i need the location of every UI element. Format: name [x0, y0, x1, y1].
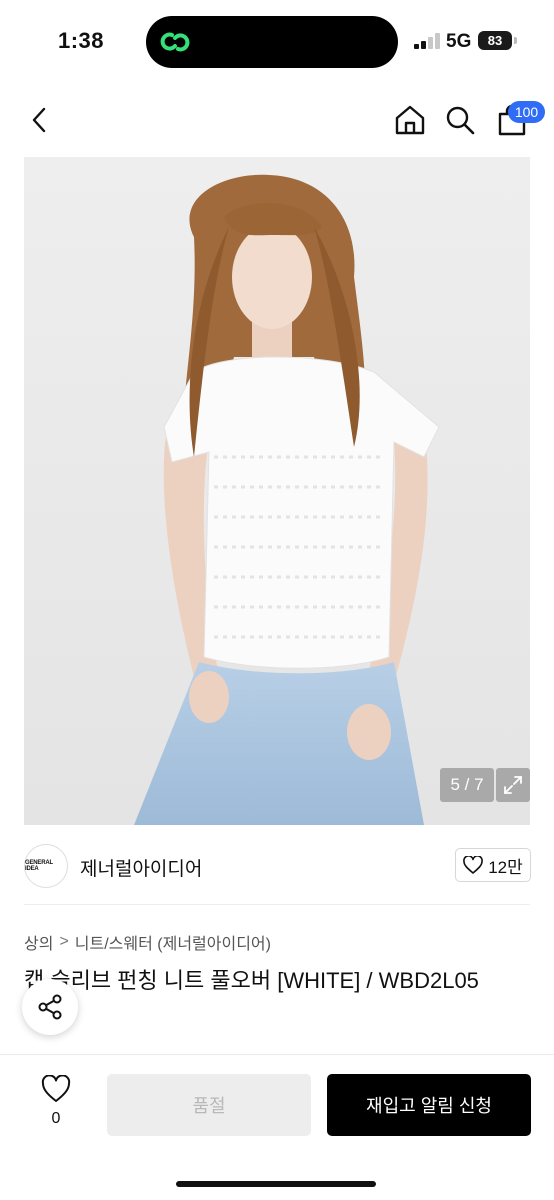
store-row[interactable]: GENERAL IDEA 제너럴아이디어 12만 — [0, 832, 554, 900]
heart-outline-icon — [41, 1074, 71, 1102]
app-link-icon — [160, 32, 190, 52]
breadcrumb-subcategory[interactable]: 니트/스웨터 (제너럴아이디어) — [75, 930, 271, 954]
status-time: 1:38 — [58, 28, 105, 53]
battery-icon: 83 — [478, 31, 512, 50]
product-photo — [24, 157, 530, 825]
divider — [24, 904, 530, 905]
home-icon — [395, 105, 425, 135]
search-button[interactable] — [440, 100, 480, 140]
store-like-button[interactable]: 12만 — [455, 848, 531, 882]
heart-outline-icon — [463, 856, 484, 874]
store-logo[interactable]: GENERAL IDEA — [24, 844, 68, 888]
status-bar: 1:38 5G 83 — [0, 0, 554, 84]
top-navigation — [0, 90, 554, 152]
product-image[interactable] — [24, 157, 530, 825]
breadcrumb: 상의 > 니트/스웨터 (제너럴아이디어) — [24, 930, 271, 954]
sold-out-button: 품절 — [107, 1074, 311, 1136]
restock-alert-button[interactable]: 재입고 알림 신청 — [327, 1074, 531, 1136]
breadcrumb-separator: > — [59, 933, 69, 950]
bottom-action-bar: 0 품절 재입고 알림 신청 — [0, 1054, 554, 1200]
search-icon — [446, 106, 475, 135]
home-button[interactable] — [390, 100, 430, 140]
cellular-signal-icon — [414, 33, 442, 49]
chevron-left-icon — [32, 107, 46, 133]
wishlist-count: 0 — [51, 1110, 61, 1127]
dynamic-island — [146, 16, 398, 68]
back-button[interactable] — [20, 100, 60, 140]
expand-icon — [504, 776, 522, 794]
product-title: 캡 슬리브 펀칭 니트 풀오버 [WHITE] / WBD2L05 — [24, 968, 479, 993]
store-name[interactable]: 제너럴아이디어 — [80, 854, 202, 881]
share-icon — [38, 994, 62, 1020]
breadcrumb-category[interactable]: 상의 — [24, 930, 53, 954]
home-indicator — [176, 1181, 376, 1187]
share-button[interactable] — [22, 979, 78, 1035]
cart-count-badge: 100 — [508, 101, 545, 123]
battery-tip — [514, 37, 517, 44]
image-counter: 5 / 7 — [440, 768, 494, 802]
network-type: 5G — [446, 31, 472, 52]
expand-image-button[interactable] — [496, 768, 530, 802]
store-like-count: 12만 — [488, 857, 523, 877]
wishlist-button[interactable]: 0 — [36, 1074, 76, 1128]
